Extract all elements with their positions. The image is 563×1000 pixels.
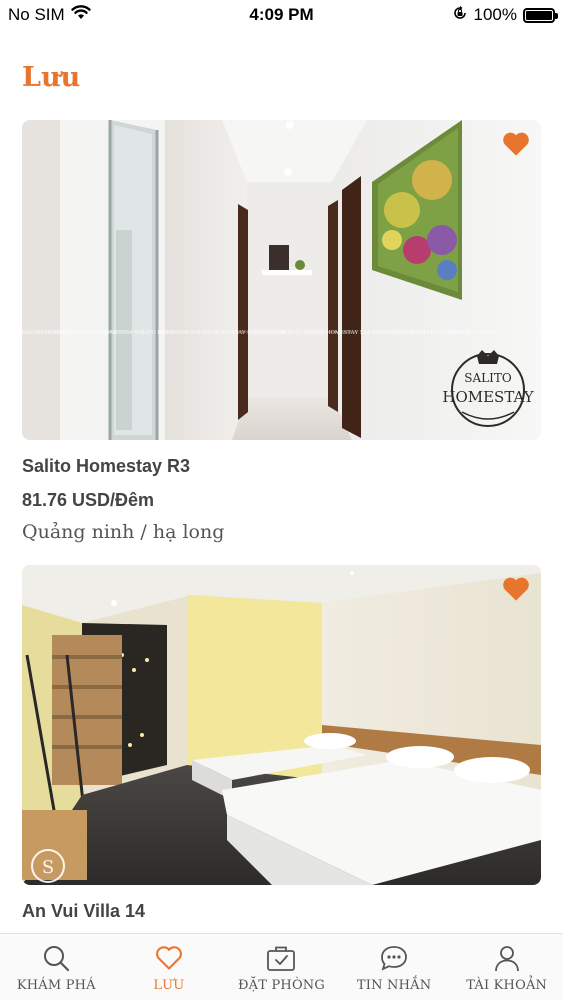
user-icon xyxy=(492,943,522,973)
battery-icon xyxy=(523,7,558,23)
tab-messages[interactable]: TIN NHẮN xyxy=(338,934,451,1000)
heart-filled-icon xyxy=(503,577,529,601)
tab-saved[interactable]: LƯU xyxy=(113,934,226,1000)
tab-label: TÀI KHOẢN xyxy=(466,978,548,993)
tab-bookings[interactable]: ĐẶT PHÒNG xyxy=(225,934,338,1000)
logo-letter: S xyxy=(42,857,54,878)
watermark-text: SALITO HOMESTAY SALITO HOMESTAY SALITO H… xyxy=(22,330,472,336)
bedroom-photo: S xyxy=(22,565,541,885)
favorite-button[interactable] xyxy=(501,575,531,603)
listing-card[interactable]: S An Vui Villa 14 xyxy=(22,565,541,925)
listing-location: Quảng ninh / hạ long xyxy=(22,521,225,543)
search-icon xyxy=(41,943,71,973)
page-title: Lưu xyxy=(22,62,81,93)
listing-name[interactable]: An Vui Villa 14 xyxy=(22,901,541,925)
tab-explore[interactable]: KHÁM PHÁ xyxy=(0,934,113,1000)
tab-account[interactable]: TÀI KHOẢN xyxy=(450,934,563,1000)
status-left: No SIM xyxy=(8,5,91,25)
listing-card[interactable]: SALITO HOMESTAY SALITO HOMESTAY SALITO H… xyxy=(22,120,541,543)
hallway-photo: SALITO HOMESTAY SALITO HOMESTAY SALITO H… xyxy=(22,120,541,440)
listing-photo[interactable]: SALITO HOMESTAY SALITO HOMESTAY SALITO H… xyxy=(22,120,541,440)
orientation-lock-icon xyxy=(452,5,468,26)
listing-price: 81.76 USD/Đêm xyxy=(22,490,155,510)
heart-icon xyxy=(154,943,184,973)
tab-label: LƯU xyxy=(153,978,185,993)
chat-bubble-icon xyxy=(379,943,409,973)
tab-label: KHÁM PHÁ xyxy=(16,978,96,993)
logo-top-text: SALITO xyxy=(464,371,512,385)
listing-photo[interactable]: S xyxy=(22,565,541,885)
logo-bottom-text: HOMESTAY xyxy=(442,388,534,406)
status-right: 100% xyxy=(452,5,558,26)
briefcase-check-icon xyxy=(266,943,296,973)
wifi-icon xyxy=(70,5,91,25)
bottom-tab-bar: KHÁM PHÁ LƯU ĐẶT PHÒNG TIN NHẮN TÀI KHOẢ… xyxy=(0,933,563,1000)
status-bar: No SIM 4:09 PM 100% xyxy=(0,0,563,30)
carrier-label: No SIM xyxy=(8,5,65,24)
heart-filled-icon xyxy=(503,132,529,156)
tab-label: ĐẶT PHÒNG xyxy=(237,978,325,993)
favorite-button[interactable] xyxy=(501,130,531,158)
listing-name[interactable]: Salito Homestay R3 xyxy=(22,456,541,480)
battery-percent: 100% xyxy=(473,5,517,24)
tab-label: TIN NHẮN xyxy=(356,978,432,993)
